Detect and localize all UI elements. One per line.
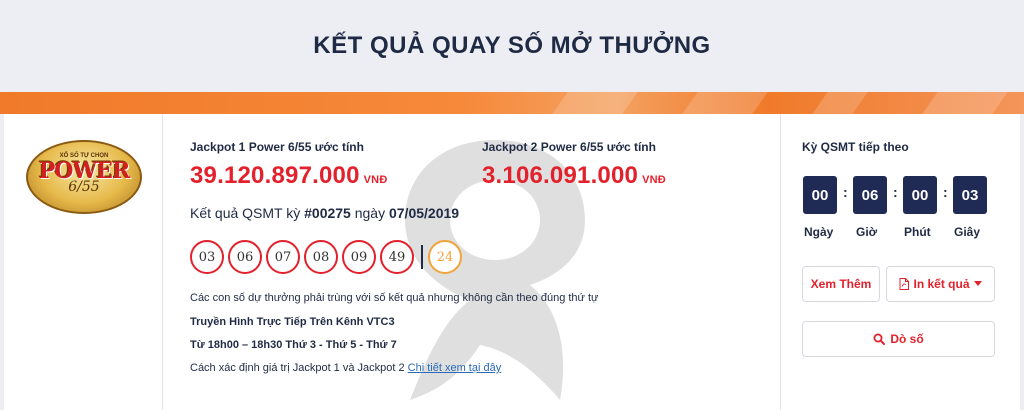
divider-right — [780, 114, 781, 410]
countdown-days: 00 — [803, 176, 837, 214]
page-header: KẾT QUẢ QUAY SỐ MỞ THƯỞNG — [0, 0, 1024, 92]
bonus-ball: 24 — [428, 240, 462, 274]
number-ball: 49 — [380, 240, 414, 274]
colon-separator: : — [893, 184, 898, 200]
decorative-banner — [0, 92, 1024, 114]
details-link[interactable]: Chi tiết xem tại đây — [408, 362, 502, 374]
colon-separator: : — [943, 184, 948, 200]
hours-label: Giờ — [856, 225, 878, 239]
channel-text: Truyền Hình Trực Tiếp Trên Kênh VTC3 — [190, 316, 395, 328]
number-ball: 07 — [266, 240, 300, 274]
countdown-hours: 06 — [853, 176, 887, 214]
print-label: In kết quả — [913, 277, 970, 291]
number-ball: 08 — [304, 240, 338, 274]
jackpot-note: Cách xác định giá trị Jackpot 1 và Jackp… — [190, 362, 502, 374]
countdown-minutes: 00 — [903, 176, 937, 214]
jackpot2-label: Jackpot 2 Power 6/55 ước tính — [482, 140, 656, 154]
number-ball: 06 — [228, 240, 262, 274]
separator — [421, 245, 423, 269]
next-draw-label: Kỳ QSMT tiếp theo — [802, 140, 909, 154]
rule-text: Các con số dự thưởng phải trùng với số k… — [190, 292, 599, 304]
power-655-logo: XỔ SỐ TỰ CHỌN POWER 6/55 — [26, 140, 142, 214]
jackpot1-label: Jackpot 1 Power 6/55 ước tính — [190, 140, 364, 154]
jackpot1-value: 39.120.897.000 VNĐ — [190, 162, 388, 189]
check-label: Dò số — [890, 332, 924, 346]
check-numbers-button[interactable]: Dò số — [802, 321, 995, 357]
search-icon — [873, 333, 886, 345]
minutes-label: Phút — [904, 225, 931, 239]
number-ball: 03 — [190, 240, 224, 274]
days-label: Ngày — [804, 225, 834, 239]
countdown-seconds: 03 — [953, 176, 987, 214]
pdf-icon — [899, 278, 910, 290]
draw-result-line: Kết quả QSMT kỳ #00275 ngày 07/05/2019 — [190, 205, 460, 221]
view-more-button[interactable]: Xem Thêm — [802, 266, 880, 302]
winning-numbers: 03 06 07 08 09 49 24 — [190, 240, 466, 274]
colon-separator: : — [843, 184, 848, 200]
seconds-label: Giây — [954, 225, 981, 239]
page-title: KẾT QUẢ QUAY SỐ MỞ THƯỞNG — [313, 32, 711, 59]
caret-down-icon — [973, 281, 982, 286]
print-results-button[interactable]: In kết quả — [886, 266, 995, 302]
schedule-text: Từ 18h00 – 18h30 Thứ 3 - Thứ 5 - Thứ 7 — [190, 339, 397, 351]
divider-left — [162, 114, 163, 410]
number-ball: 09 — [342, 240, 376, 274]
jackpot2-value: 3.106.091.000 VNĐ — [482, 162, 666, 189]
